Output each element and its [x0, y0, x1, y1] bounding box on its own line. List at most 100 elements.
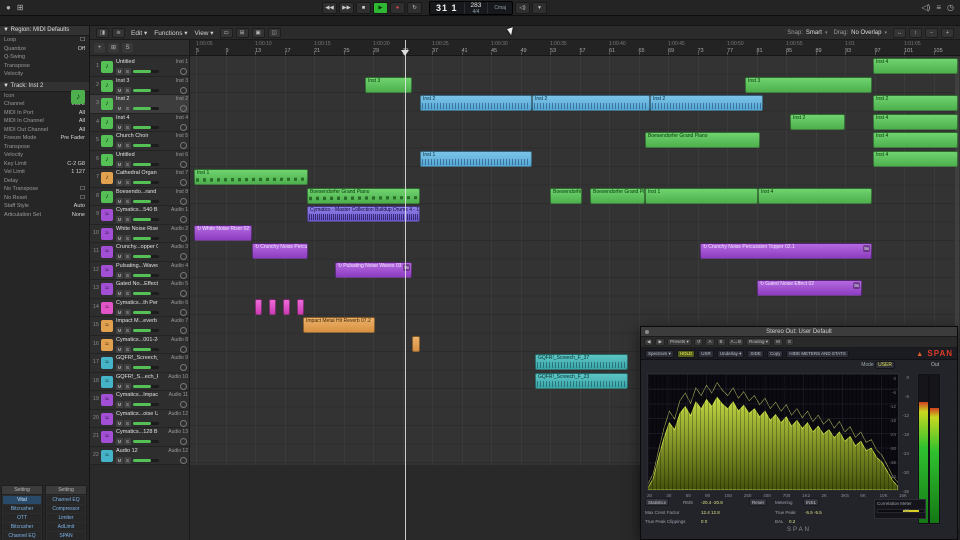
mute-button[interactable]: M: [116, 438, 123, 445]
plugin-slot[interactable]: Compressor: [47, 505, 85, 513]
track-inspector-row[interactable]: Delay: [0, 177, 89, 186]
volume-slider[interactable]: [133, 310, 159, 314]
track-header-7[interactable]: 7 ♪ Cathedral Organ Inst 7 MS: [90, 169, 189, 188]
pan-knob[interactable]: [180, 419, 187, 427]
compare-button[interactable]: A: [705, 338, 715, 346]
region-cymatics-master-collecti[interactable]: Cymatics - Master Collection Buildup Dru…: [307, 206, 420, 222]
volume-slider[interactable]: [133, 292, 159, 295]
hide-meters-button[interactable]: HIDE METERS AND STATS: [786, 349, 849, 358]
pan-knob[interactable]: [180, 382, 187, 390]
track-inspector-row[interactable]: MIDI Out Channel All: [0, 126, 89, 135]
region-inst-2[interactable]: Inst 2: [532, 95, 650, 111]
track-header-8[interactable]: 8♪Boesendo...rand Piano Inst 8 MS: [90, 187, 189, 206]
zoom-horizontal-icon[interactable]: ↔: [893, 27, 906, 38]
close-icon[interactable]: [645, 330, 649, 334]
region-inspector-row[interactable]: Velocity: [0, 70, 89, 79]
pan-knob[interactable]: [180, 216, 187, 223]
solo-button[interactable]: S: [124, 308, 131, 316]
track-header-15[interactable]: 15≈Impact M...everb 07 Audio 7 MS: [90, 317, 189, 336]
region-inst-2[interactable]: Inst 2: [790, 113, 845, 130]
track-header-1[interactable]: 1 ♪ Untitled Inst 1 MS: [90, 58, 189, 77]
playhead-marker[interactable]: [401, 50, 409, 56]
solo-button[interactable]: S: [124, 456, 131, 464]
window-grid-icon[interactable]: ⊞: [17, 3, 24, 12]
pan-knob[interactable]: [180, 345, 187, 353]
track-inspector-row[interactable]: Key Limit C-2 G8: [0, 160, 89, 169]
span-plugin-window[interactable]: Stereo Out: User Default ◀ ▶ Presets ▾ ↺ A B A…: [640, 326, 958, 540]
strip-setting-button[interactable]: Setting: [46, 486, 86, 495]
region-crunchy-noise-percussion[interactable]: ↻Crunchy Noise Percussion: [252, 243, 308, 259]
volume-slider[interactable]: [133, 329, 159, 332]
pan-knob[interactable]: [180, 142, 187, 149]
track-header-14[interactable]: 14≈Cymatics...th Perc 1 Audio 6 MS: [90, 298, 189, 317]
pan-knob[interactable]: [180, 105, 187, 112]
region-gqfr-screech-f-23[interactable]: GQFR!_Screech_F_23: [535, 372, 628, 389]
track-inspector-row[interactable]: Transpose: [0, 143, 89, 152]
volume-slider[interactable]: [133, 236, 159, 240]
region-inst-2[interactable]: Inst 2: [420, 95, 532, 111]
hold-button[interactable]: HOLD: [676, 349, 696, 358]
undo-button[interactable]: ↺: [693, 338, 704, 346]
catch-playhead-icon[interactable]: ▣: [251, 27, 265, 38]
region-gated-noise-effect-02[interactable]: ↻Gated Noise Effect 02 9x: [757, 280, 862, 296]
solo-button[interactable]: S: [124, 68, 131, 75]
lcd-key-cell[interactable]: Cmaj: [488, 2, 512, 14]
plugin-slot[interactable]: SPAN: [47, 532, 85, 540]
region-gqfr-screech-f-37[interactable]: GQFR!_Screech_F_37: [535, 354, 628, 370]
presets-menu[interactable]: Presets ▾: [666, 338, 692, 346]
plugin-slot[interactable]: AdLimit: [47, 523, 85, 531]
spectrum-menu[interactable]: Spectrum ▾: [645, 349, 674, 358]
mute-button[interactable]: M: [116, 382, 123, 390]
pan-knob[interactable]: [180, 68, 187, 75]
usr-button[interactable]: USR: [698, 349, 714, 358]
record-button[interactable]: ●: [390, 2, 405, 14]
region-white-noise-riser-02[interactable]: ↻White Noise Riser 02: [194, 224, 252, 241]
pan-knob[interactable]: [180, 364, 187, 371]
channel-strip-inst-2[interactable]: Setting Vital Bitcrusher OTT Bitcrusher Chann…: [1, 485, 43, 540]
track-header-18[interactable]: 18≈GQFR!_S...ech_F_23 Audio 10 MS: [90, 372, 189, 391]
region-boesendorfer-grand-piano[interactable]: Boesendorfer Grand Piano: [645, 132, 760, 148]
track-header-6[interactable]: 6 ♪ Untitled Inst 6 MS: [90, 150, 189, 169]
zoom-out-icon[interactable]: −: [925, 27, 938, 38]
region-inst-4[interactable]: Inst 4: [873, 113, 958, 130]
mute-button[interactable]: M: [116, 327, 123, 334]
region-inst-1[interactable]: Inst 1: [420, 150, 532, 167]
region-inst-4[interactable]: Inst 4: [873, 58, 958, 74]
routing-menu[interactable]: Routing ▾: [746, 338, 772, 346]
track-inspector-row[interactable]: Velocity: [0, 151, 89, 160]
rewind-button[interactable]: ◀◀: [322, 2, 337, 14]
track-inspector-row[interactable]: Staff Style Auto: [0, 202, 89, 211]
volume-slider[interactable]: [133, 199, 159, 203]
apple-menu-icon[interactable]: ●: [6, 3, 11, 12]
volume-slider[interactable]: [133, 347, 159, 351]
region-inst-4[interactable]: Inst 4: [873, 150, 958, 167]
plugin-slot[interactable]: Limiter: [47, 514, 85, 522]
volume-slider[interactable]: [133, 218, 159, 221]
track-header-20[interactable]: 20≈Cymatics...oise Up 4 Audio 12 MS: [90, 409, 189, 428]
volume-slider[interactable]: [133, 181, 159, 184]
volume-slider[interactable]: [133, 88, 159, 92]
solo-button[interactable]: S: [124, 216, 131, 223]
mute-button[interactable]: M: [116, 179, 123, 186]
pan-knob[interactable]: [180, 456, 187, 464]
mute-button[interactable]: M: [116, 456, 123, 464]
flex-icon[interactable]: ≋: [112, 27, 125, 38]
mute-button[interactable]: M: [116, 271, 123, 279]
volume-slider[interactable]: [133, 125, 159, 129]
region-clip[interactable]: [255, 298, 262, 315]
region-inst-3[interactable]: Inst 3: [745, 76, 872, 93]
solo-button[interactable]: S: [124, 271, 131, 279]
underlay-menu[interactable]: Underlay ▾: [716, 349, 745, 358]
compare-button[interactable]: A↔B: [727, 338, 745, 346]
region-inspector-row[interactable]: Q-Swing: [0, 53, 89, 62]
timeline-ruler[interactable]: 1:00:05 1:00:10 1:00:15 1:00:20 1:00:25 1:00:…: [190, 40, 960, 56]
spectrum-graph[interactable]: 0 -6 -12 -18 -24 -30 -36 -42: [647, 373, 899, 491]
preset-nav-button[interactable]: ◀: [644, 338, 654, 346]
volume-slider[interactable]: [133, 70, 159, 73]
cycle-button[interactable]: ↻: [407, 2, 422, 14]
track-inspector-row[interactable]: Articulation Set None: [0, 211, 89, 220]
playhead[interactable]: [405, 40, 406, 540]
lcd-display[interactable]: 31 1 283 4/4 Cmaj: [429, 1, 514, 15]
region-inspector-row[interactable]: Quantize Off: [0, 45, 89, 54]
menu-edit[interactable]: Edit ▾: [131, 29, 147, 37]
